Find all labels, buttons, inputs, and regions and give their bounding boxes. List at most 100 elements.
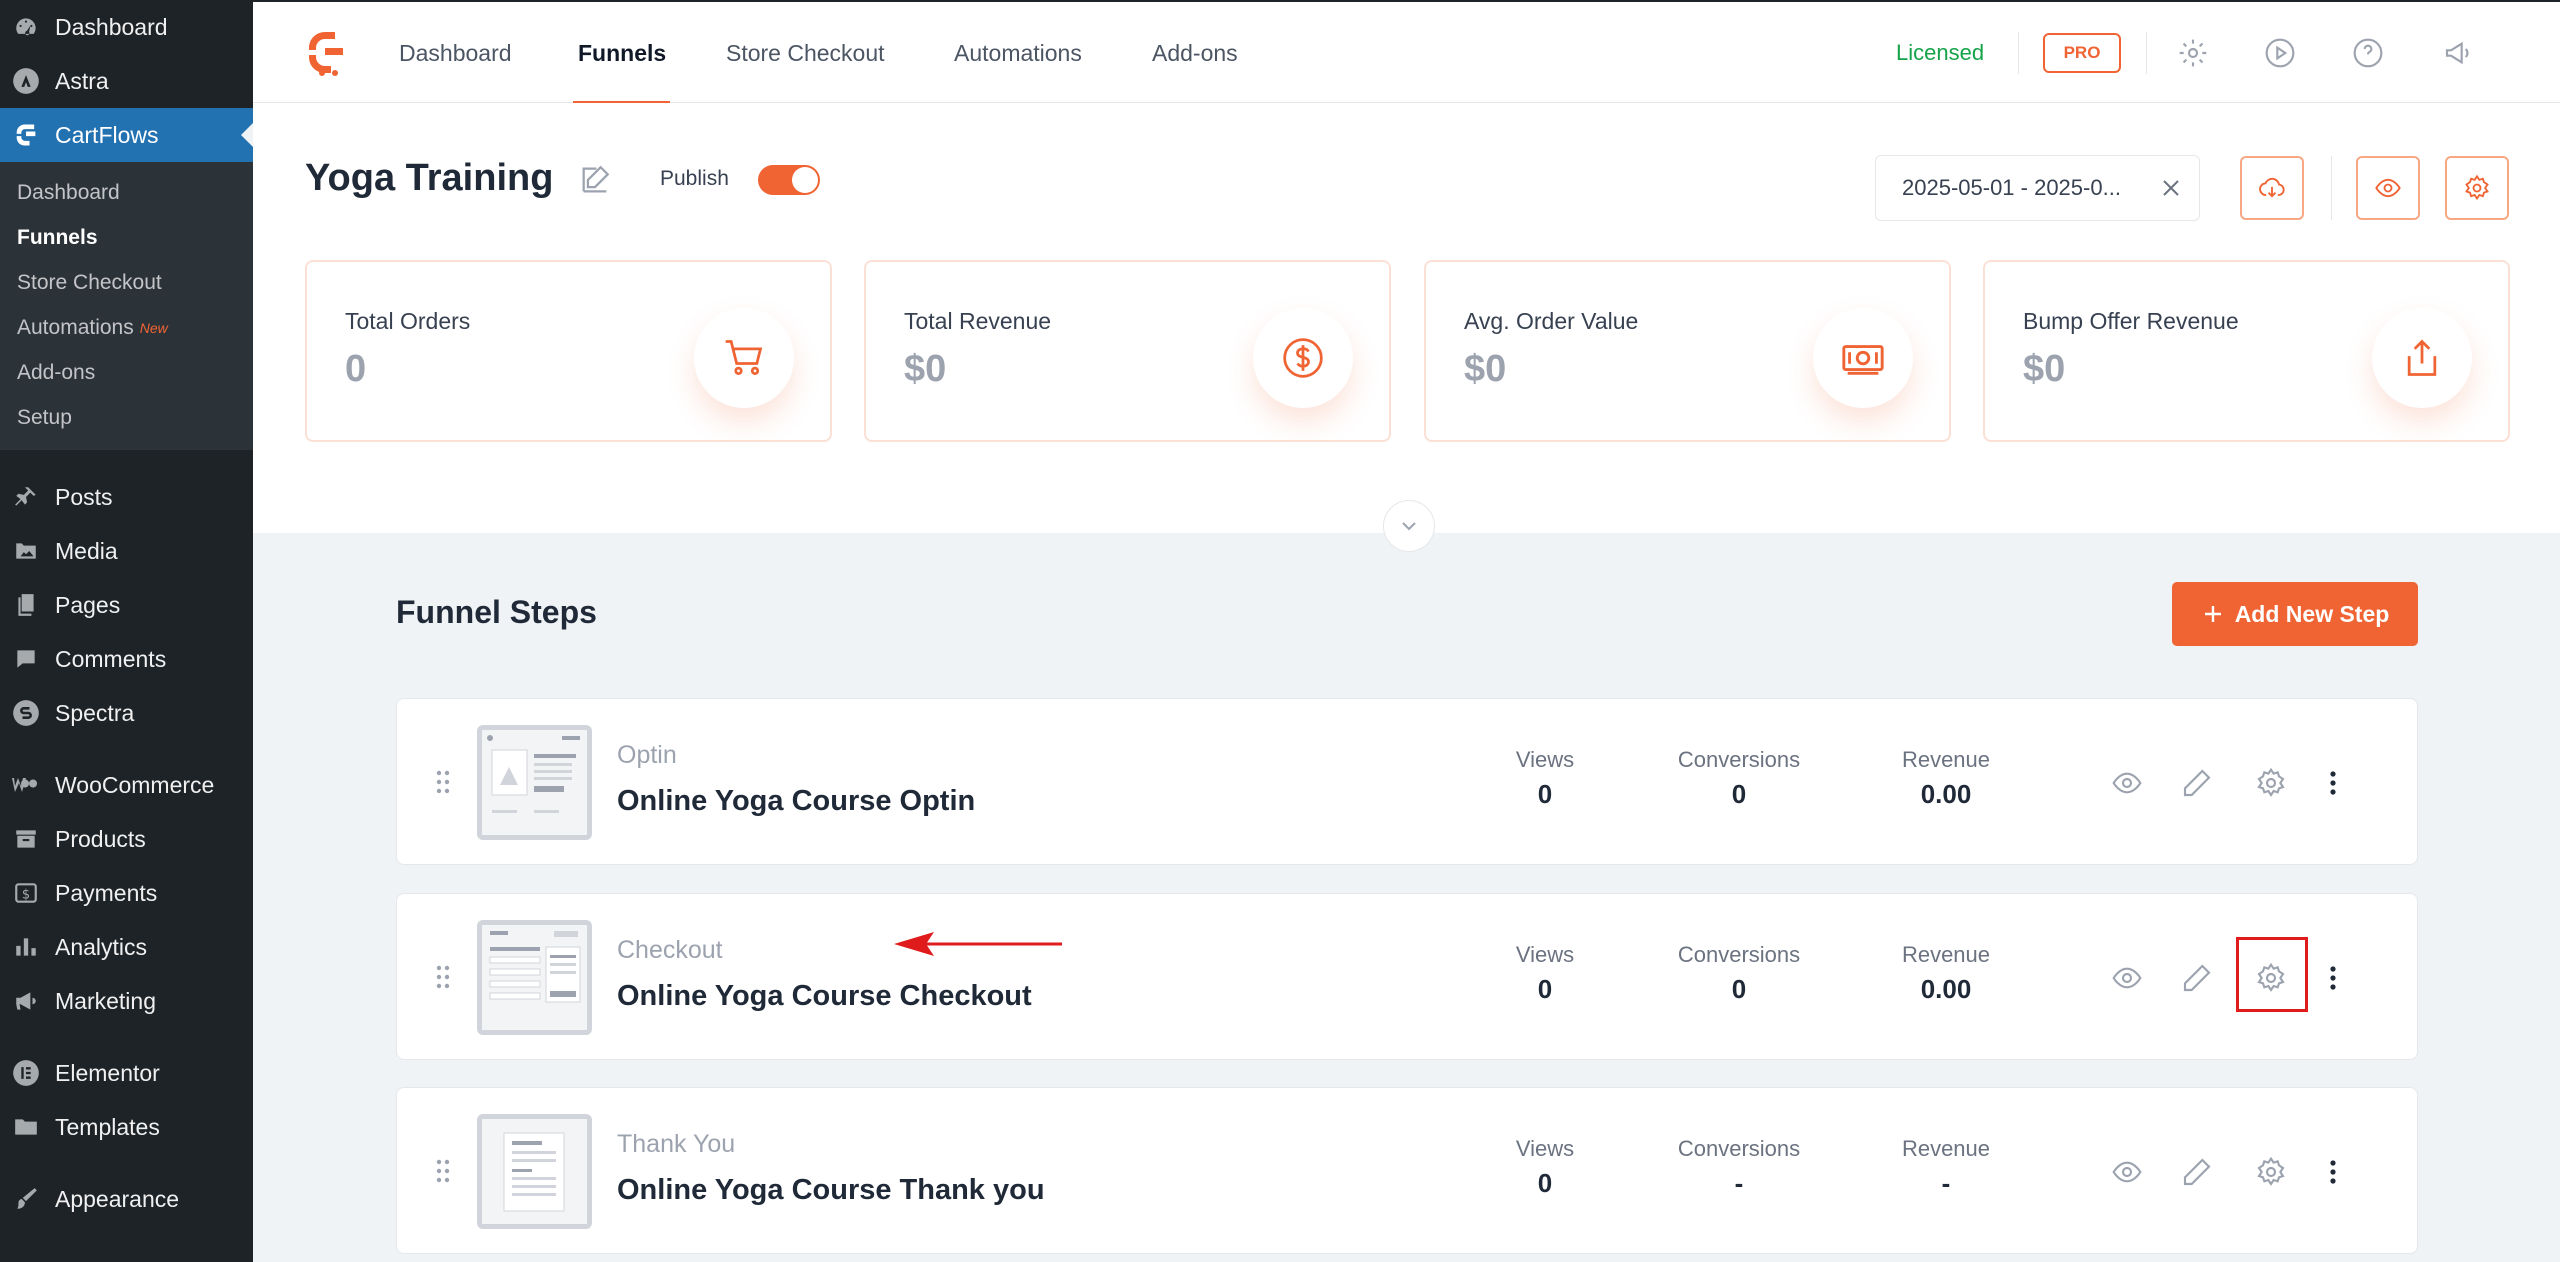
nav-divider <box>2018 32 2019 74</box>
metric-label: Views <box>1515 1136 1575 1161</box>
metric-value: 0 <box>1731 779 1747 809</box>
step-settings-gear-icon[interactable] <box>2255 767 2287 799</box>
stat-label: Total Orders <box>345 308 471 334</box>
funnel-settings-button[interactable] <box>2445 156 2509 220</box>
tab-store-checkout[interactable]: Store Checkout <box>726 40 885 67</box>
metric-value: 0.00 <box>1920 779 1972 809</box>
astra-icon <box>10 65 42 97</box>
submenu-setup[interactable]: Setup <box>0 395 253 440</box>
wp-menu-templates[interactable]: Templates <box>0 1100 253 1154</box>
wp-menu-label: Marketing <box>55 987 156 1014</box>
metric-conversions: Conversions - <box>1649 1136 1829 1199</box>
stat-value: $0 <box>2023 348 2066 390</box>
view-step-eye-icon[interactable] <box>2111 962 2143 994</box>
more-options-icon[interactable] <box>2327 767 2339 799</box>
gear-icon <box>2465 174 2489 201</box>
step-name[interactable]: Online Yoga Course Optin <box>617 785 975 818</box>
edit-step-pencil-icon[interactable] <box>2181 1156 2213 1188</box>
tab-add-ons[interactable]: Add-ons <box>1152 40 1238 67</box>
tab-automations[interactable]: Automations <box>954 40 1082 67</box>
metric-conversions: Conversions 0 <box>1649 747 1829 810</box>
wp-menu-label: Astra <box>55 67 109 94</box>
step-thumbnail[interactable] <box>477 1114 592 1229</box>
wp-menu-astra[interactable]: Astra <box>0 54 253 108</box>
drag-handle-icon[interactable] <box>433 962 453 992</box>
submenu-store-checkout[interactable]: Store Checkout <box>0 260 253 305</box>
archive-icon <box>10 823 42 855</box>
step-name[interactable]: Online Yoga Course Thank you <box>617 1174 1045 1207</box>
drag-handle-icon[interactable] <box>433 1156 453 1186</box>
preview-funnel-button[interactable] <box>2356 156 2420 220</box>
wp-menu-appearance[interactable]: Appearance <box>0 1172 253 1226</box>
edit-title-icon[interactable] <box>578 163 612 197</box>
wp-menu-payments[interactable]: $ Payments <box>0 866 253 920</box>
drag-handle-icon[interactable] <box>433 767 453 797</box>
wp-menu-label: Products <box>55 825 146 852</box>
metric-revenue: Revenue - <box>1856 1136 2036 1199</box>
step-name[interactable]: Online Yoga Course Checkout <box>617 980 1032 1013</box>
publish-toggle[interactable] <box>758 165 820 195</box>
metric-value: 0 <box>1537 779 1553 809</box>
announcement-icon[interactable] <box>2443 37 2475 69</box>
submenu-automations[interactable]: Automations New <box>0 305 253 350</box>
funnel-steps-heading: Funnel Steps <box>396 594 597 630</box>
payments-icon: $ <box>10 877 42 909</box>
metric-label: Revenue <box>1901 747 1991 772</box>
submenu-dashboard[interactable]: Dashboard <box>0 170 253 215</box>
cartflows-icon <box>10 119 42 151</box>
wp-menu-elementor[interactable]: Elementor <box>0 1046 253 1100</box>
more-options-icon[interactable] <box>2327 962 2339 994</box>
step-thumbnail[interactable] <box>477 725 592 840</box>
metric-value: 0 <box>1537 974 1553 1004</box>
export-button[interactable] <box>2240 156 2304 220</box>
view-step-eye-icon[interactable] <box>2111 1156 2143 1188</box>
cart-icon <box>694 308 794 408</box>
more-options-icon[interactable] <box>2327 1156 2339 1188</box>
submenu-label: Dashboard <box>17 180 120 204</box>
annotation-highlight-box <box>2236 937 2308 1012</box>
elementor-icon <box>10 1057 42 1089</box>
add-new-step-button[interactable]: Add New Step <box>2172 582 2418 646</box>
comment-icon <box>10 643 42 675</box>
wp-menu-woocommerce[interactable]: WooCommerce <box>0 758 253 812</box>
metric-label: Views <box>1515 942 1575 967</box>
wp-menu-products[interactable]: Products <box>0 812 253 866</box>
view-step-eye-icon[interactable] <box>2111 767 2143 799</box>
step-thumbnail[interactable] <box>477 920 592 1035</box>
wp-menu-dashboard[interactable]: Dashboard <box>0 0 253 54</box>
edit-step-pencil-icon[interactable] <box>2181 962 2213 994</box>
wp-menu-spectra[interactable]: Spectra <box>0 686 253 740</box>
wp-menu-cartflows[interactable]: CartFlows <box>0 108 253 162</box>
funnel-title: Yoga Training <box>305 157 554 199</box>
wp-menu-marketing[interactable]: Marketing <box>0 974 253 1028</box>
wp-menu-label: Media <box>55 537 118 564</box>
metric-value: - <box>1734 1168 1744 1198</box>
date-range-picker[interactable]: 2025-05-01 - 2025-0... <box>1875 155 2200 221</box>
help-icon[interactable] <box>2352 37 2384 69</box>
chevron-down-icon <box>1402 522 1416 531</box>
metric-label: Conversions <box>1677 1136 1801 1161</box>
cloud-download-icon <box>2259 177 2285 198</box>
step-settings-gear-icon[interactable] <box>2255 1156 2287 1188</box>
edit-step-pencil-icon[interactable] <box>2181 767 2213 799</box>
tab-funnels[interactable]: Funnels <box>578 40 666 67</box>
settings-gear-icon[interactable] <box>2177 37 2209 69</box>
submenu-add-ons[interactable]: Add-ons <box>0 350 253 395</box>
wp-menu-media[interactable]: Media <box>0 524 253 578</box>
close-icon[interactable] <box>2159 176 2183 200</box>
submenu-funnels[interactable]: Funnels <box>0 215 253 260</box>
tab-dashboard[interactable]: Dashboard <box>399 40 512 67</box>
dollar-icon <box>1253 308 1353 408</box>
video-play-icon[interactable] <box>2264 37 2296 69</box>
collapse-stats-button[interactable] <box>1383 500 1435 552</box>
woocommerce-icon <box>10 769 42 801</box>
metric-value: 0.00 <box>1920 974 1972 1004</box>
stat-label: Bump Offer Revenue <box>2023 308 2239 334</box>
cartflows-logo[interactable] <box>305 28 347 76</box>
wp-menu-posts[interactable]: Posts <box>0 470 253 524</box>
wp-menu-comments[interactable]: Comments <box>0 632 253 686</box>
wp-menu-pages[interactable]: Pages <box>0 578 253 632</box>
metric-label: Conversions <box>1677 942 1801 967</box>
wp-menu-analytics[interactable]: Analytics <box>0 920 253 974</box>
stat-value: $0 <box>1464 348 1507 390</box>
